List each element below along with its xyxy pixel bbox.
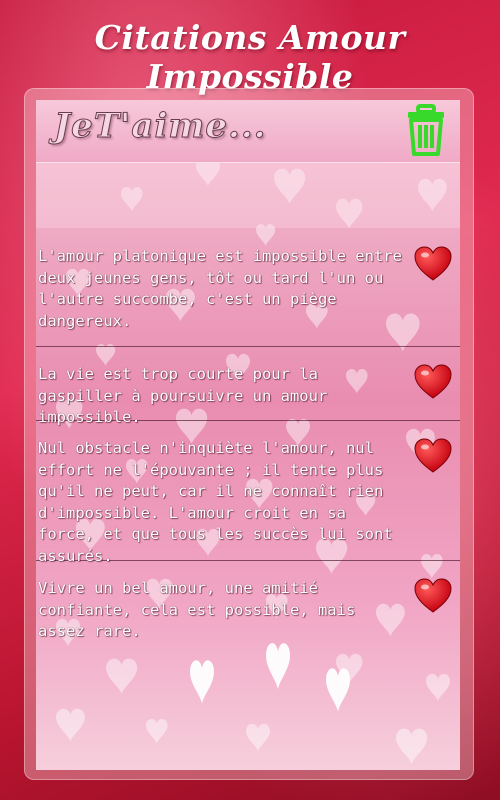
quotes-panel: JeT'aime... L'amour platonique est impos… <box>36 100 460 770</box>
quote-text: Vivre un bel amour, une amitié confiante… <box>38 579 356 640</box>
heart-icon <box>414 438 452 473</box>
heart-icon <box>414 246 452 281</box>
favorite-button[interactable] <box>414 364 452 400</box>
list-item[interactable]: L'amour platonique est impossible entre … <box>36 228 460 347</box>
quote-text: L'amour platonique est impossible entre … <box>38 247 402 330</box>
trash-icon <box>408 104 444 156</box>
favorite-button[interactable] <box>414 438 452 474</box>
list-item[interactable]: La vie est trop courte pour la gaspiller… <box>36 346 460 426</box>
app-title: Citations Amour Impossible <box>94 18 406 96</box>
favorite-button[interactable] <box>414 246 452 282</box>
quote-text: Nul obstacle n'inquiète l'amour, nul eff… <box>38 439 393 565</box>
list-item[interactable]: Vivre un bel amour, une amitié confiante… <box>36 560 460 658</box>
favorite-button[interactable] <box>414 578 452 614</box>
quote-text: La vie est trop courte pour la gaspiller… <box>38 365 328 426</box>
heart-icon <box>414 578 452 613</box>
jetaime-logo: JeT'aime... <box>54 106 267 147</box>
delete-button[interactable] <box>406 104 446 156</box>
list-item[interactable]: Nul obstacle n'inquiète l'amour, nul eff… <box>36 420 460 565</box>
header-band <box>36 162 460 228</box>
heart-icon <box>414 364 452 399</box>
panel-header: JeT'aime... <box>36 100 460 163</box>
